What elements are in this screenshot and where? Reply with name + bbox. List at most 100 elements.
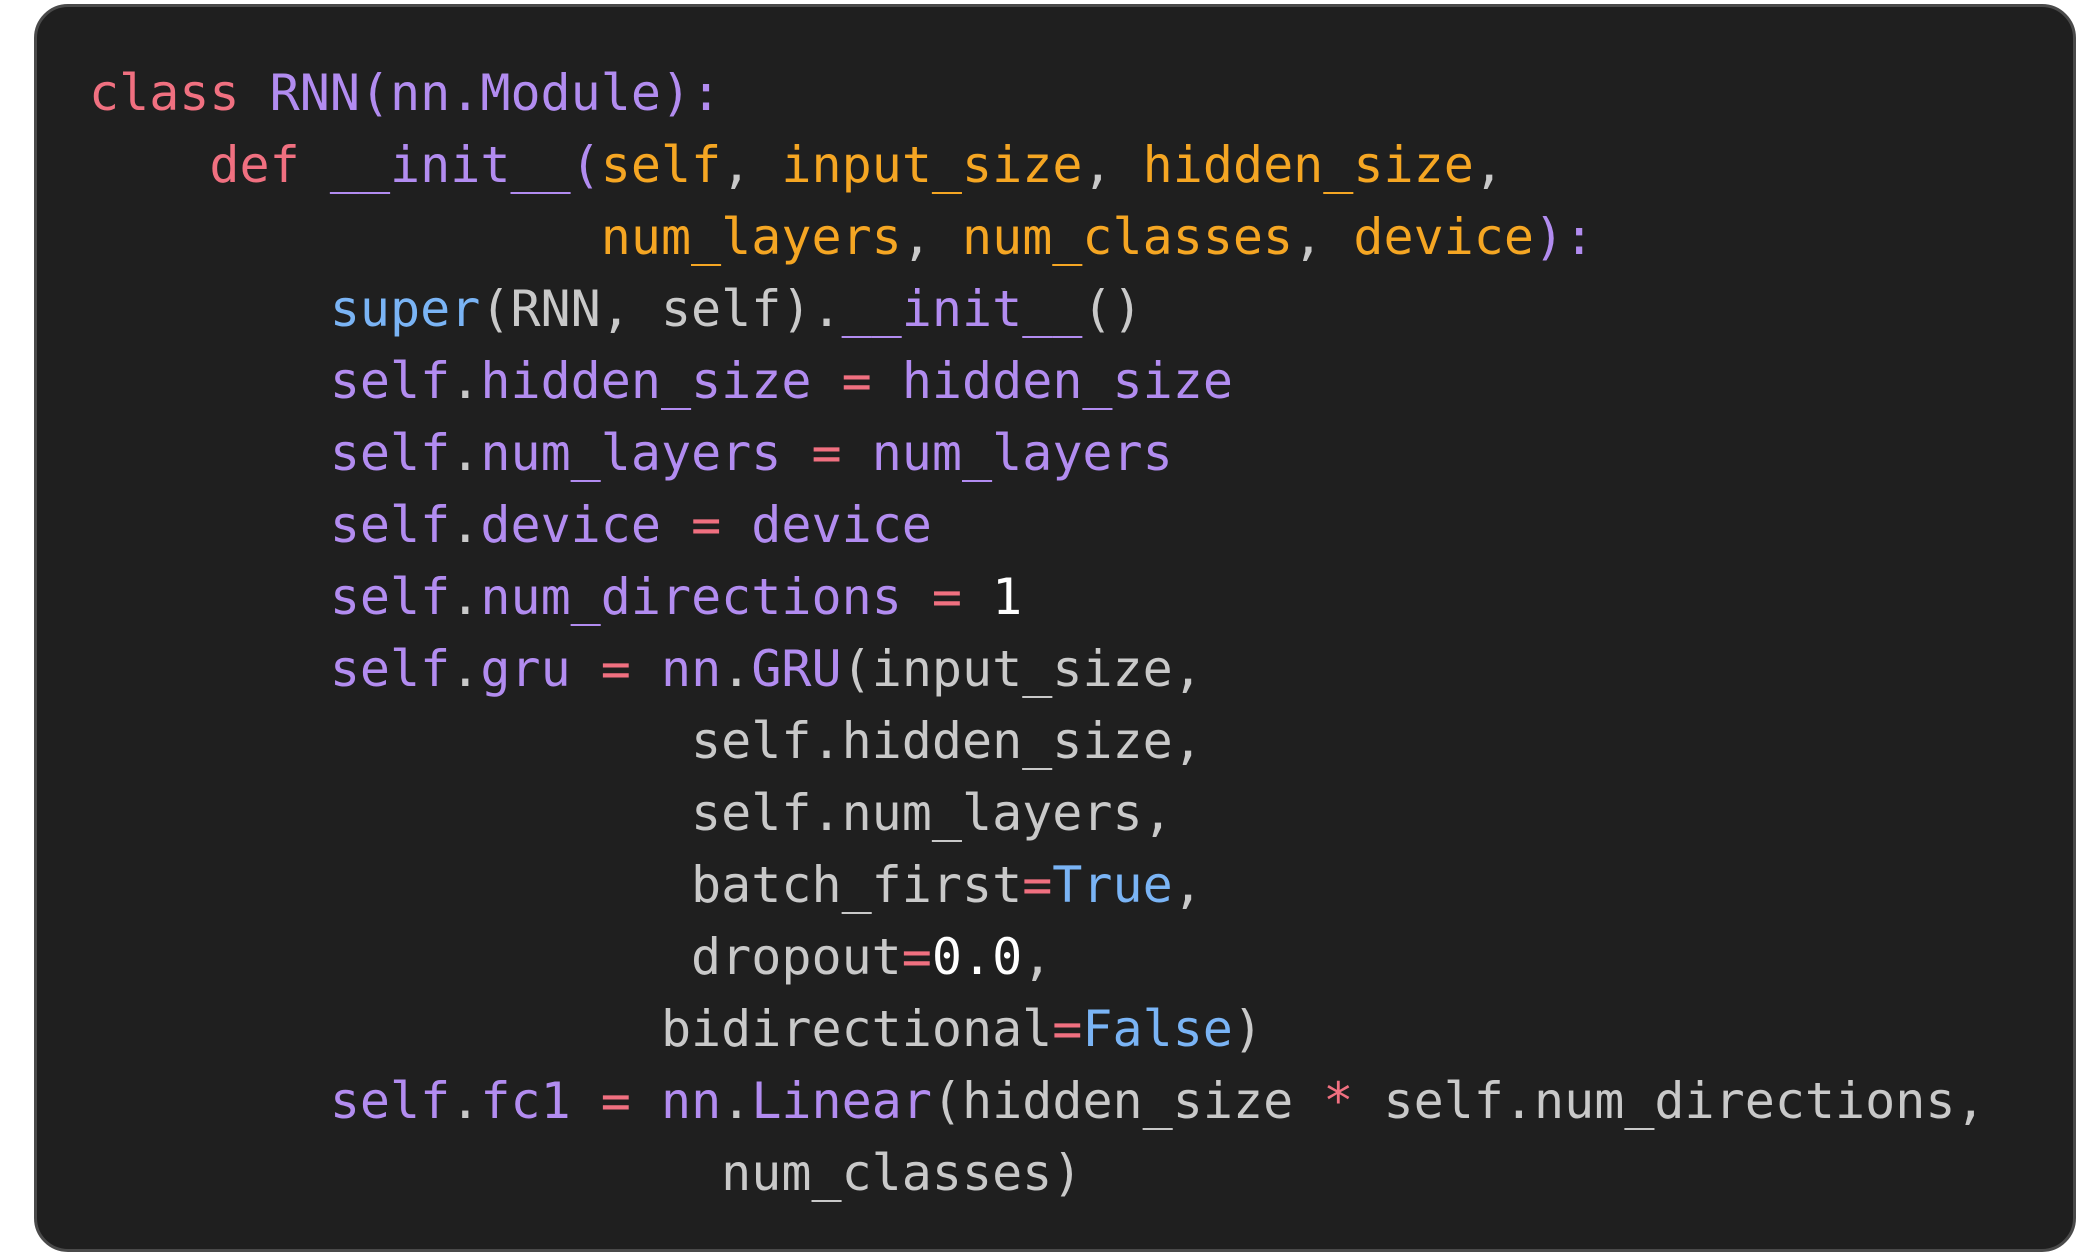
operator-token: =: [570, 640, 661, 698]
punct-token: .: [450, 1072, 481, 1130]
module-token: nn: [660, 1072, 722, 1130]
plain-token: dropout: [89, 928, 902, 986]
self-token: self: [329, 1072, 451, 1130]
variable-token: device: [751, 496, 932, 554]
indent-token: [89, 208, 601, 266]
module-token: nn: [660, 640, 722, 698]
punct-token: ,: [721, 136, 782, 194]
param-token: num_layers: [600, 208, 902, 266]
self-token: self: [329, 352, 451, 410]
code-line-8: self.num_directions = 1: [89, 561, 1986, 633]
plain-token: self.hidden_size,: [89, 712, 1203, 770]
indent-token: [89, 280, 330, 338]
code-line-16: num_classes): [89, 1137, 1986, 1209]
punct-token: ,: [1473, 136, 1504, 194]
punct-token: ,: [1172, 856, 1203, 914]
attribute-token: hidden_size: [480, 352, 812, 410]
punct-token: .: [450, 352, 481, 410]
variable-token: num_layers: [871, 424, 1173, 482]
self-token: self: [329, 568, 451, 626]
class-name-token: RNN(nn.Module):: [269, 64, 722, 122]
plain-token: (hidden_size: [931, 1072, 1324, 1130]
class-name-token: GRU: [751, 640, 842, 698]
punct-token: ):: [1533, 208, 1595, 266]
indent-token: [89, 1072, 330, 1130]
punct-token: .: [721, 1072, 752, 1130]
plain-token: batch_first: [89, 856, 1023, 914]
self-token: self: [329, 496, 451, 554]
punct-token: ,: [1293, 208, 1354, 266]
param-token: num_classes: [962, 208, 1294, 266]
code-line-6: self.num_layers = num_layers: [89, 417, 1986, 489]
operator-token: =: [901, 928, 932, 986]
keyword-token: class: [89, 64, 270, 122]
plain-token: num_classes): [89, 1144, 1083, 1202]
indent-token: [89, 568, 330, 626]
indent-token: [89, 640, 330, 698]
code-line-3: num_layers, num_classes, device):: [89, 201, 1986, 273]
param-token: hidden_size: [1142, 136, 1474, 194]
attribute-token: device: [480, 496, 661, 554]
operator-token: =: [811, 352, 902, 410]
param-token: input_size: [781, 136, 1083, 194]
operator-token: =: [1052, 1000, 1083, 1058]
code-line-11: self.num_layers,: [89, 777, 1986, 849]
code-line-9: self.gru = nn.GRU(input_size,: [89, 633, 1986, 705]
indent-token: [89, 424, 330, 482]
plain-token: bidirectional: [89, 1000, 1053, 1058]
attribute-token: num_layers: [480, 424, 782, 482]
self-token: self: [329, 640, 451, 698]
punct-token: .: [450, 424, 481, 482]
indent-token: [89, 496, 330, 554]
punct-token: .: [450, 640, 481, 698]
plain-token: self.num_layers,: [89, 784, 1173, 842]
builtin-token: True: [1052, 856, 1173, 914]
punct-token: .: [450, 496, 481, 554]
code-line-1: class RNN(nn.Module):: [89, 57, 1986, 129]
indent-token: [89, 136, 209, 194]
function-name-token: __init__(: [329, 136, 601, 194]
attribute-token: gru: [480, 640, 571, 698]
plain-token: self.num_directions,: [1353, 1072, 1986, 1130]
attribute-token: fc1: [480, 1072, 571, 1130]
code-line-10: self.hidden_size,: [89, 705, 1986, 777]
operator-token: *: [1323, 1072, 1354, 1130]
punct-token: (): [1082, 280, 1143, 338]
function-name-token: __init__: [841, 280, 1083, 338]
number-token: 1: [992, 568, 1023, 626]
class-name-token: Linear: [751, 1072, 932, 1130]
number-token: 0.0: [931, 928, 1023, 986]
punct-token: ): [1232, 1000, 1264, 1058]
punct-token: .: [450, 568, 481, 626]
code-line-12: batch_first=True,: [89, 849, 1986, 921]
operator-token: =: [570, 1072, 661, 1130]
param-token: device: [1353, 208, 1534, 266]
code-snippet-window: class RNN(nn.Module): def __init__(self,…: [34, 4, 2076, 1252]
operator-token: =: [901, 568, 993, 626]
code-line-4: super(RNN, self).__init__(): [89, 273, 1986, 345]
punct-token: .: [721, 640, 752, 698]
code-block: class RNN(nn.Module): def __init__(self,…: [89, 57, 1986, 1209]
code-line-2: def __init__(self, input_size, hidden_si…: [89, 129, 1986, 201]
param-token: self: [600, 136, 722, 194]
operator-token: =: [1022, 856, 1053, 914]
variable-token: hidden_size: [901, 352, 1233, 410]
attribute-token: num_directions: [480, 568, 902, 626]
code-line-15: self.fc1 = nn.Linear(hidden_size * self.…: [89, 1065, 1986, 1137]
punct-token: ,: [901, 208, 962, 266]
plain-token: (input_size,: [841, 640, 1203, 698]
keyword-token: def: [209, 136, 330, 194]
code-line-7: self.device = device: [89, 489, 1986, 561]
operator-token: =: [660, 496, 752, 554]
indent-token: [89, 352, 330, 410]
code-line-5: self.hidden_size = hidden_size: [89, 345, 1986, 417]
builtin-token: False: [1082, 1000, 1233, 1058]
punct-token: ,: [1082, 136, 1143, 194]
plain-token: (RNN, self).: [480, 280, 842, 338]
operator-token: =: [781, 424, 872, 482]
punct-token: ,: [1022, 928, 1053, 986]
builtin-token: super: [329, 280, 481, 338]
self-token: self: [329, 424, 451, 482]
code-line-14: bidirectional=False): [89, 993, 1986, 1065]
code-line-13: dropout=0.0,: [89, 921, 1986, 993]
